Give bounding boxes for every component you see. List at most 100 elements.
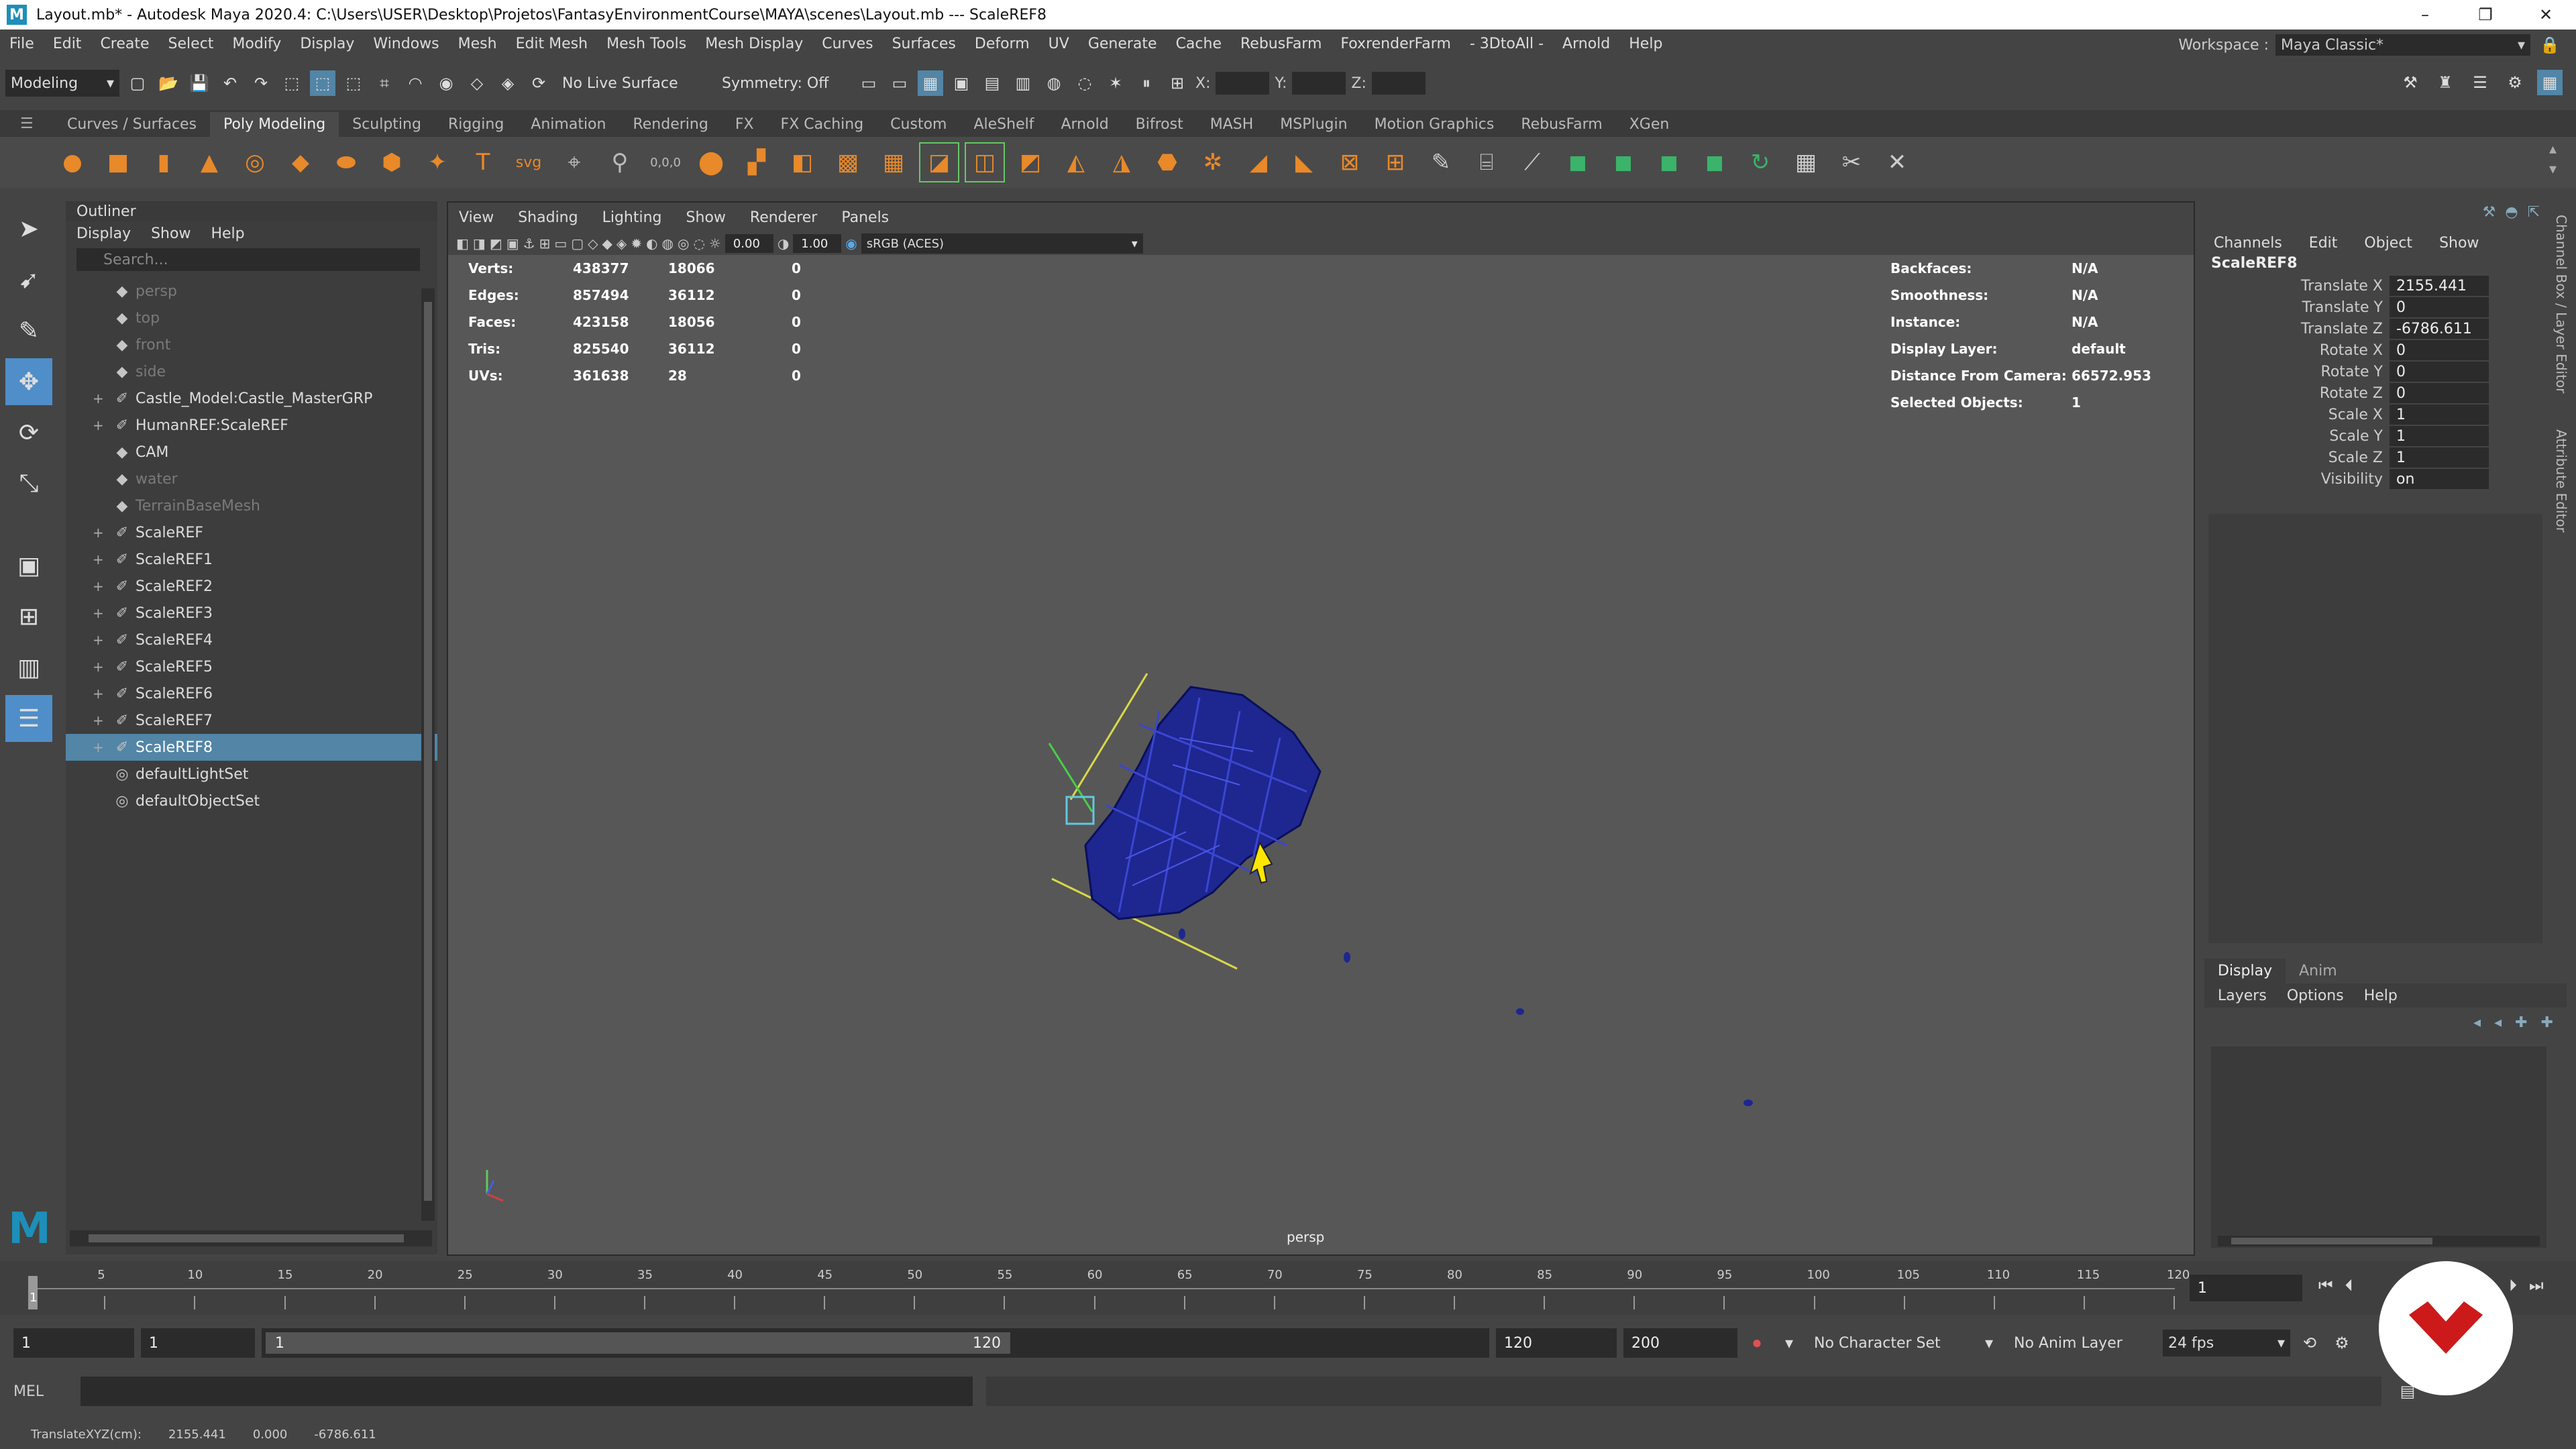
channel-value-field[interactable]: -6786.611 bbox=[2390, 319, 2489, 339]
anim-layer-chevron-icon[interactable]: ▾ bbox=[1976, 1330, 2002, 1356]
menu-set-dropdown[interactable]: Modeling ▾ bbox=[5, 70, 119, 97]
wireframe-icon[interactable]: ◇ bbox=[588, 235, 598, 252]
poke-icon[interactable]: ◣ bbox=[1285, 144, 1323, 181]
channel-row-scale-z[interactable]: Scale Z 1 bbox=[2204, 447, 2567, 468]
triangulate-icon[interactable]: ⊠ bbox=[1331, 144, 1368, 181]
menu-select[interactable]: Select bbox=[159, 36, 223, 52]
shelf-tab-fx-caching[interactable]: FX Caching bbox=[767, 112, 877, 137]
boolean-icon[interactable]: ◧ bbox=[784, 144, 821, 181]
character-controls-icon[interactable]: ♜ bbox=[2432, 70, 2458, 95]
insert-edge-loop-icon[interactable]: ⌸ bbox=[1468, 144, 1505, 181]
ipr-render-icon[interactable]: ▥ bbox=[1010, 70, 1036, 96]
append-icon[interactable]: ◭ bbox=[1057, 144, 1095, 181]
collapse-icon[interactable]: ✲ bbox=[1194, 144, 1232, 181]
outliner-layout-icon[interactable]: ☰ bbox=[5, 695, 52, 742]
shelf-scroll-down-icon[interactable]: ▾ bbox=[2549, 161, 2557, 178]
bevel-icon[interactable]: ◩ bbox=[1012, 144, 1049, 181]
exposure-icon[interactable]: ☼ bbox=[709, 235, 721, 252]
shelf-tab-custom[interactable]: Custom bbox=[877, 112, 960, 137]
menu-help[interactable]: Help bbox=[1619, 36, 1672, 52]
new-layer-selected-icon[interactable]: ✚ bbox=[2541, 1014, 2553, 1031]
menu-mesh-display[interactable]: Mesh Display bbox=[696, 36, 812, 52]
gamma-input[interactable]: 1.00 bbox=[793, 234, 842, 253]
menu-display[interactable]: Display bbox=[290, 36, 364, 52]
move-tool-icon[interactable]: ✥ bbox=[5, 358, 52, 405]
outliner-item[interactable]: + ✐ ScaleREF2 bbox=[66, 573, 437, 600]
channel-value-field[interactable]: 2155.441 bbox=[2390, 276, 2489, 296]
wedge-icon[interactable]: ◢ bbox=[1240, 144, 1277, 181]
poly-torus-icon[interactable]: ◎ bbox=[236, 144, 274, 181]
pivot-handle[interactable] bbox=[1065, 796, 1095, 825]
outliner-hscrollbar[interactable] bbox=[70, 1230, 432, 1246]
attribute-editor-toggle-icon[interactable]: ☰ bbox=[2467, 70, 2493, 95]
svg-tool-icon[interactable]: svg bbox=[510, 144, 547, 181]
channel-box-menu-edit[interactable]: Edit bbox=[2309, 235, 2338, 252]
shelf-tab-bifrost[interactable]: Bifrost bbox=[1122, 112, 1197, 137]
xray-icon[interactable]: ◌ bbox=[693, 235, 704, 252]
uv-planar-icon[interactable]: ◼ bbox=[1559, 144, 1597, 181]
shelf-tab-rendering[interactable]: Rendering bbox=[619, 112, 721, 137]
persp-outliner-icon[interactable]: ▥ bbox=[5, 644, 52, 691]
viewport-menu-shading[interactable]: Shading bbox=[518, 209, 578, 226]
scale-ref-object[interactable] bbox=[1344, 952, 1350, 963]
shadows-icon[interactable]: ◐ bbox=[646, 235, 657, 252]
combine-icon[interactable]: ⬤ bbox=[692, 144, 730, 181]
character-set-dropdown[interactable]: No Character Set bbox=[1809, 1330, 1970, 1356]
cut-uv-icon[interactable]: ✂ bbox=[1833, 144, 1870, 181]
paint-select-icon[interactable]: ✎ bbox=[5, 307, 52, 354]
snap-curve-icon[interactable]: ◠ bbox=[402, 70, 428, 96]
shelf-tab-poly-modeling[interactable]: Poly Modeling bbox=[210, 112, 339, 137]
viewport-panel[interactable]: View Shading Lighting Show Renderer Panels ◧ … bbox=[447, 201, 2195, 1256]
pause-icon[interactable]: ⏸ bbox=[1134, 70, 1159, 96]
color-management-icon[interactable]: ◉ bbox=[845, 235, 857, 252]
menu-mesh-tools[interactable]: Mesh Tools bbox=[597, 36, 696, 52]
restore-icon[interactable]: ❐ bbox=[2455, 0, 2516, 30]
outliner-menu-show[interactable]: Show bbox=[151, 225, 191, 242]
expand-icon[interactable]: + bbox=[93, 686, 109, 702]
menu-arnold[interactable]: Arnold bbox=[1553, 36, 1619, 52]
textured-icon[interactable]: ◈ bbox=[616, 235, 627, 252]
go-to-start-icon[interactable]: ⏮ bbox=[2318, 1276, 2333, 1295]
step-forward-icon[interactable]: ⏵ bbox=[2509, 1276, 2517, 1295]
layer-tab-anim[interactable]: Anim bbox=[2286, 959, 2351, 983]
y-input[interactable] bbox=[1292, 72, 1346, 95]
workspace-dropdown[interactable]: Maya Classic* ▾ bbox=[2275, 34, 2530, 56]
menu-file[interactable]: File bbox=[0, 36, 44, 52]
merge-icon[interactable]: ⬣ bbox=[1148, 144, 1186, 181]
z-input[interactable] bbox=[1371, 72, 1426, 95]
redo-icon[interactable]: ↷ bbox=[248, 70, 274, 96]
channel-row-rotate-x[interactable]: Rotate X 0 bbox=[2204, 339, 2567, 361]
command-input[interactable] bbox=[80, 1377, 973, 1406]
anim-layer-dropdown[interactable]: No Anim Layer bbox=[2008, 1330, 2156, 1356]
menu-deform[interactable]: Deform bbox=[965, 36, 1039, 52]
layer-menu-options[interactable]: Options bbox=[2287, 987, 2344, 1004]
popout-icon[interactable]: ⇱ bbox=[2528, 204, 2540, 221]
outliner-item[interactable]: + ✐ ScaleREF8 bbox=[66, 734, 437, 761]
snap-surface-icon[interactable]: ◈ bbox=[495, 70, 521, 96]
snap-grid-icon[interactable]: ⌗ bbox=[372, 70, 397, 96]
loop-icon[interactable]: ⟲ bbox=[2297, 1330, 2322, 1356]
layer-menu-layers[interactable]: Layers bbox=[2218, 987, 2267, 1004]
lights-icon[interactable]: ✹ bbox=[631, 235, 642, 252]
expand-icon[interactable]: + bbox=[93, 390, 109, 407]
single-view-icon[interactable]: ▣ bbox=[5, 542, 52, 589]
live-surface-field[interactable]: No Live Surface bbox=[557, 70, 711, 97]
anim-prefs-icon[interactable]: ⚙ bbox=[2329, 1330, 2355, 1356]
symmetry-dropdown[interactable]: Symmetry: Off bbox=[716, 70, 851, 97]
shelf-tab-motion-graphics[interactable]: Motion Graphics bbox=[1361, 112, 1508, 137]
outliner-item[interactable]: ◆ water bbox=[66, 466, 437, 492]
expand-icon[interactable]: + bbox=[93, 578, 109, 594]
offset-edge-loop-icon[interactable]: ⟋ bbox=[1513, 144, 1551, 181]
minimize-icon[interactable]: – bbox=[2395, 0, 2455, 30]
time-slider[interactable]: 5 10 15 20 25 30 35 40 45 50 55 60 65 70 75 80 85 90 95 100… bbox=[0, 1261, 2576, 1315]
menu-rebusfarm[interactable]: RebusFarm bbox=[1231, 36, 1331, 52]
channel-value-field[interactable]: 0 bbox=[2390, 297, 2489, 317]
separate-icon[interactable]: ▞ bbox=[738, 144, 775, 181]
viewport-menu-view[interactable]: View bbox=[459, 209, 494, 226]
mirror-icon[interactable]: ▦ bbox=[875, 144, 912, 181]
outliner-item[interactable]: + ✐ ScaleREF4 bbox=[66, 627, 437, 653]
poly-cone-icon[interactable]: ▲ bbox=[191, 144, 228, 181]
uv-automatic-icon[interactable]: ◼ bbox=[1696, 144, 1733, 181]
fill-hole-icon[interactable]: ◮ bbox=[1103, 144, 1140, 181]
range-slider[interactable]: 1 120 bbox=[262, 1328, 1489, 1358]
